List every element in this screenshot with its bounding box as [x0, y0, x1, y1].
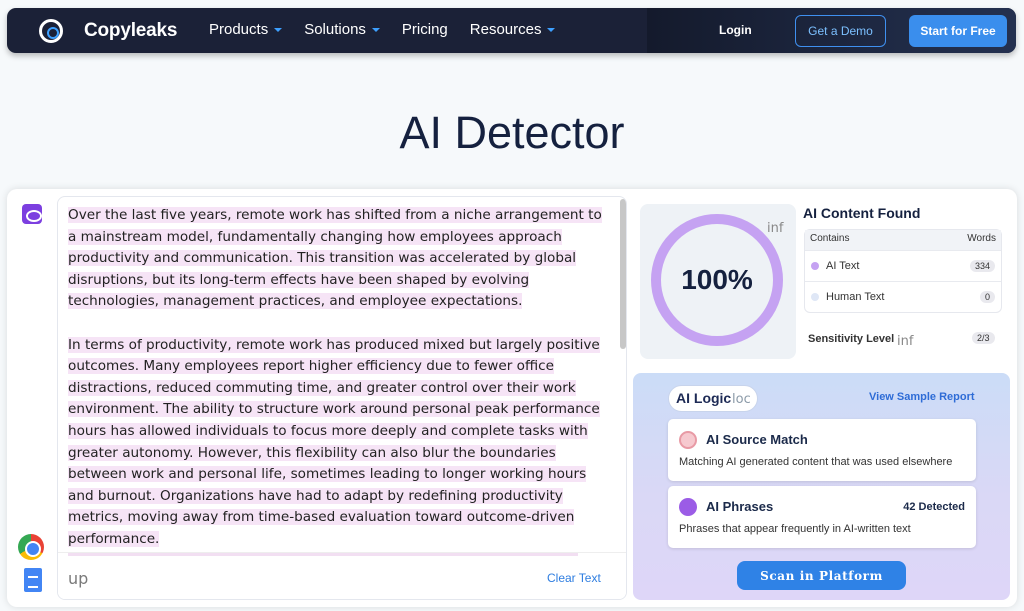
ai-content-title: AI Content Found — [803, 205, 921, 221]
scan-in-platform-button[interactable]: Scan in Platform — [737, 561, 906, 590]
menu-solutions[interactable]: Solutions — [304, 21, 380, 38]
score-panel: 100% inf — [640, 204, 796, 359]
table-header: Contains Words — [805, 230, 1001, 250]
sensitivity-value[interactable]: 2/3 — [972, 332, 995, 344]
analyzed-text[interactable]: Over the last five years, remote work ha… — [58, 197, 613, 552]
google-docs-icon[interactable] — [24, 568, 42, 592]
phrases-count: 42 Detected — [903, 501, 965, 513]
sensitivity-label: Sensitivity Level — [808, 333, 895, 345]
contains-table: Contains Words AI Text 334 Human Text 0 — [804, 229, 1002, 313]
table-row: Human Text 0 — [805, 281, 1001, 312]
ai-score: 100% — [681, 264, 753, 295]
eye-icon[interactable] — [22, 204, 42, 224]
menu-resources[interactable]: Resources — [470, 21, 556, 38]
chevron-down-icon — [274, 27, 283, 32]
text-input[interactable]: up — [68, 569, 88, 588]
human-dot-icon — [811, 293, 819, 302]
login-link[interactable]: Login — [719, 23, 752, 37]
sensitivity-inf: inf — [897, 334, 914, 349]
menu-pricing[interactable]: Pricing — [402, 21, 448, 38]
ai-logic-panel: AI Logic loc View Sample Report AI Sourc… — [633, 373, 1010, 600]
text-editor[interactable]: Over the last five years, remote work ha… — [57, 196, 627, 600]
score-inf: inf — [767, 221, 784, 236]
top-nav: Copyleaks Products Solutions Pricing Res… — [7, 8, 1016, 53]
ai-logic-tag: AI Logic loc — [668, 385, 758, 412]
editor-footer: up Clear Text — [58, 552, 626, 599]
get-demo-button[interactable]: Get a Demo — [795, 15, 886, 47]
highlight-strip — [68, 553, 578, 556]
page-title: AI Detector — [399, 107, 625, 158]
logo-icon — [39, 19, 63, 43]
start-free-button[interactable]: Start for Free — [909, 15, 1007, 47]
paragraph-1: Over the last five years, remote work ha… — [68, 207, 602, 310]
main-menu: Products Solutions Pricing Resources — [209, 21, 556, 38]
phrases-icon — [679, 498, 697, 516]
ai-source-match-card[interactable]: AI Source Match Matching AI generated co… — [668, 419, 976, 481]
human-text-count: 0 — [979, 291, 995, 303]
ai-dot-icon — [811, 262, 819, 271]
view-sample-report-link[interactable]: View Sample Report — [869, 391, 975, 403]
clear-text-button[interactable]: Clear Text — [547, 571, 601, 585]
paragraph-2: In terms of productivity, remote work ha… — [68, 336, 600, 547]
menu-products[interactable]: Products — [209, 21, 283, 38]
logo-text: Copyleaks — [84, 20, 178, 41]
table-row: AI Text 334 — [805, 250, 1001, 281]
chevron-down-icon — [547, 27, 556, 32]
source-match-icon — [679, 431, 697, 449]
chevron-down-icon — [371, 27, 380, 32]
logic-loc-text: loc — [732, 392, 751, 407]
scrollbar[interactable] — [620, 199, 626, 349]
chrome-icon[interactable] — [18, 534, 44, 560]
copyleaks-logo[interactable]: Copyleaks — [39, 19, 177, 43]
ai-phrases-card[interactable]: AI Phrases 42 Detected Phrases that appe… — [668, 486, 976, 548]
ai-text-count: 334 — [969, 260, 995, 272]
